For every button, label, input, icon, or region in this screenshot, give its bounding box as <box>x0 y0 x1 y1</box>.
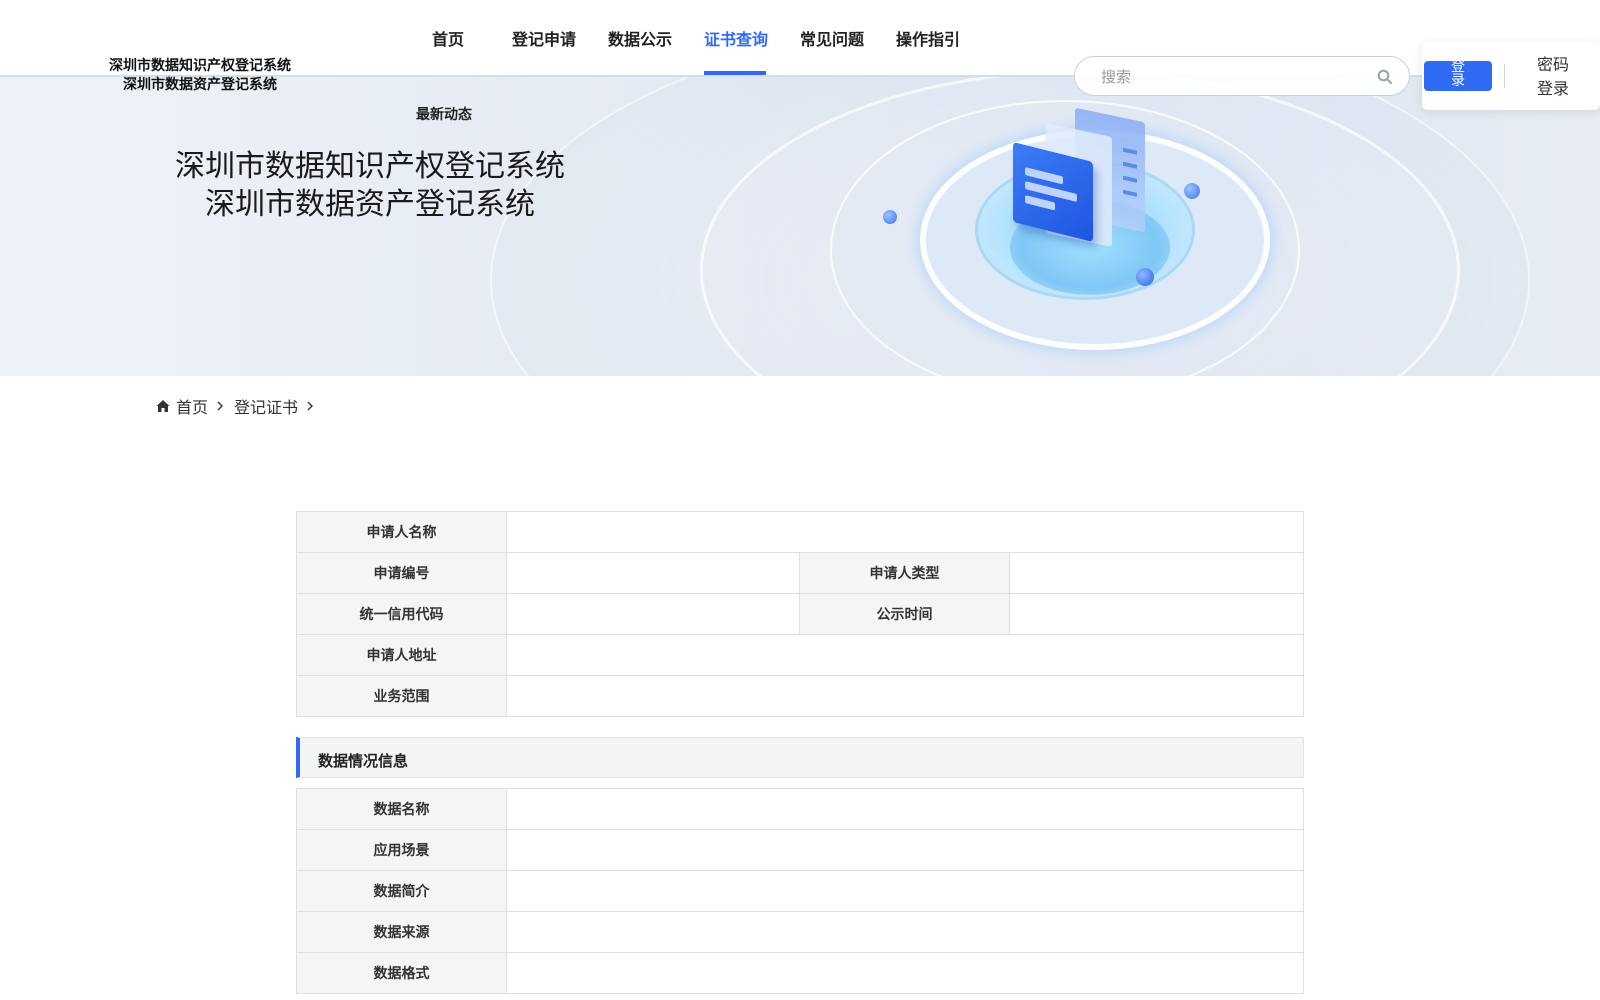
data-name-label: 数据名称 <box>296 788 507 830</box>
table-row: 申请编号 申请人类型 <box>296 552 1304 594</box>
nav-item-register-apply[interactable]: 登记申请 <box>512 26 576 50</box>
logo-line2: 深圳市数据资产登记系统 <box>123 77 277 93</box>
decor-sphere <box>1136 268 1154 286</box>
breadcrumb: 首页 登记证书 <box>156 394 324 418</box>
decor-sphere <box>1184 183 1200 199</box>
applicant-address-label: 申请人地址 <box>296 634 507 676</box>
password-login-link[interactable]: 密码 登录 <box>1528 53 1578 101</box>
table-row: 数据来源 <box>296 911 1304 953</box>
nav-active-indicator <box>704 71 766 75</box>
applicant-info-table: 申请人名称 申请编号 申请人类型 统一信用代码 公示时间 申请人地址 业务范围 <box>296 511 1304 717</box>
table-row: 申请人地址 <box>296 634 1304 676</box>
credit-code-value <box>506 593 800 635</box>
login-button[interactable]: 登 录 <box>1424 61 1492 91</box>
hero-title: 深圳市数据知识产权登记系统 深圳市数据资产登记系统 <box>120 148 620 224</box>
application-number-value <box>506 552 800 594</box>
application-scenario-label: 应用场景 <box>296 829 507 871</box>
nav-item-data-publicity[interactable]: 数据公示 <box>608 26 672 50</box>
publish-time-value <box>1009 593 1304 635</box>
business-scope-label: 业务范围 <box>296 675 507 717</box>
applicant-address-value <box>506 634 1304 676</box>
data-info-section-title: 数据情况信息 <box>318 752 409 770</box>
application-scenario-value <box>506 829 1304 871</box>
table-row: 统一信用代码 公示时间 <box>296 593 1304 635</box>
applicant-name-label: 申请人名称 <box>296 511 507 553</box>
data-info-section-header: 数据情况信息 <box>296 737 1304 778</box>
decor-sphere <box>883 210 897 224</box>
search-box <box>1074 56 1410 96</box>
nav-item-latest-news[interactable]: 最新动态 <box>416 104 472 124</box>
data-source-label: 数据来源 <box>296 911 507 953</box>
table-row: 业务范围 <box>296 675 1304 717</box>
home-icon <box>156 400 170 412</box>
data-source-value <box>506 911 1304 953</box>
table-row: 申请人名称 <box>296 511 1304 553</box>
nav-item-home[interactable]: 首页 <box>432 26 464 50</box>
table-row: 应用场景 <box>296 829 1304 871</box>
search-input[interactable] <box>1101 66 1361 88</box>
credit-code-label: 统一信用代码 <box>296 593 507 635</box>
password-login-line1: 密码 <box>1536 55 1569 74</box>
hero-title-line1: 深圳市数据知识产权登记系统 <box>175 149 565 184</box>
password-login-line2: 登录 <box>1536 79 1569 98</box>
table-row: 数据名称 <box>296 788 1304 830</box>
breadcrumb-home[interactable]: 首页 <box>176 394 208 418</box>
table-row: 数据格式 <box>296 952 1304 994</box>
data-summary-value <box>506 870 1304 912</box>
logo-line1: 深圳市数据知识产权登记系统 <box>109 58 291 74</box>
nav-item-faq[interactable]: 常见问题 <box>800 26 864 50</box>
nav-item-certificate-query[interactable]: 证书查询 <box>704 26 768 50</box>
applicant-type-value <box>1009 552 1304 594</box>
search-icon[interactable] <box>1377 69 1393 85</box>
login-button-label-bottom: 录 <box>1451 73 1465 89</box>
chevron-right-icon <box>307 401 314 411</box>
data-name-value <box>506 788 1304 830</box>
applicant-name-value <box>506 511 1304 553</box>
breadcrumb-current[interactable]: 登记证书 <box>234 394 298 418</box>
table-row: 数据简介 <box>296 870 1304 912</box>
hero-title-line2: 深圳市数据资产登记系统 <box>205 187 535 222</box>
chevron-right-icon <box>217 401 224 411</box>
login-panel: 登 录 密码 登录 <box>1422 42 1600 110</box>
application-number-label: 申请编号 <box>296 552 507 594</box>
site-logo[interactable]: 深圳市数据知识产权登记系统 深圳市数据资产登记系统 <box>80 57 320 95</box>
login-divider <box>1504 64 1505 88</box>
data-format-value <box>506 952 1304 994</box>
data-format-label: 数据格式 <box>296 952 507 994</box>
data-info-table: 数据名称 应用场景 数据简介 数据来源 数据格式 <box>296 788 1304 994</box>
business-scope-value <box>506 675 1304 717</box>
applicant-type-label: 申请人类型 <box>799 552 1010 594</box>
nav-item-guide[interactable]: 操作指引 <box>896 26 960 50</box>
publish-time-label: 公示时间 <box>799 593 1010 635</box>
data-summary-label: 数据简介 <box>296 870 507 912</box>
